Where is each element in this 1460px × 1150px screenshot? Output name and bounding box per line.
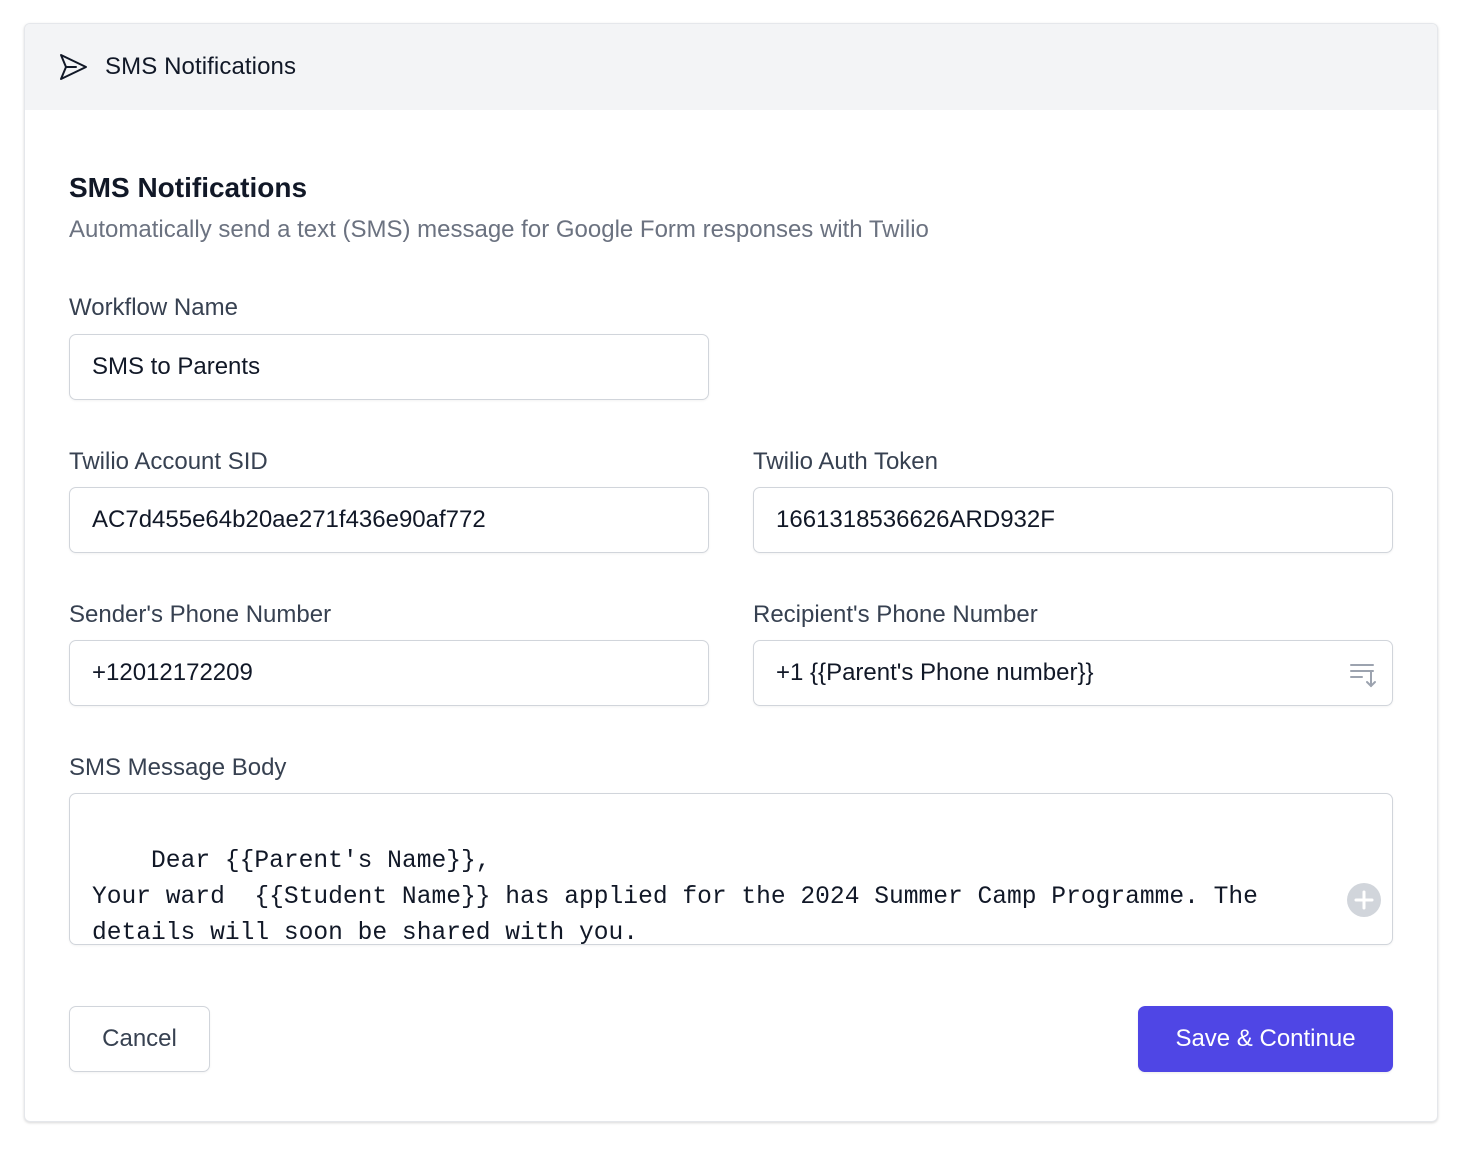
auth-token-input[interactable] (753, 487, 1393, 553)
account-sid-input[interactable] (69, 487, 709, 553)
sender-phone-label: Sender's Phone Number (69, 601, 332, 628)
header-title: SMS Notifications (105, 53, 297, 80)
plus-circle-icon[interactable] (1346, 810, 1382, 917)
message-body-text: Dear {{Parent's Name}}, Your ward {{Stud… (92, 848, 1258, 945)
section-subtitle: Automatically send a text (SMS) message … (69, 216, 929, 243)
workflow-name-input[interactable] (69, 334, 709, 400)
recipient-phone-value: +1 {{Parent's Phone number}} (776, 659, 1094, 686)
card-header: SMS Notifications (25, 24, 1437, 110)
account-sid-label: Twilio Account SID (69, 448, 268, 475)
resize-handle-icon[interactable] (1374, 926, 1390, 942)
message-body-label: SMS Message Body (69, 754, 287, 781)
section-title: SMS Notifications (69, 172, 308, 203)
list-sort-icon[interactable] (1348, 659, 1380, 689)
save-continue-button[interactable]: Save & Continue (1138, 1006, 1393, 1072)
sender-phone-input[interactable] (69, 640, 709, 706)
workflow-name-label: Workflow Name (69, 294, 238, 321)
send-icon (57, 51, 89, 83)
recipient-phone-input[interactable]: +1 {{Parent's Phone number}} (753, 640, 1393, 706)
message-body-textarea[interactable]: Dear {{Parent's Name}}, Your ward {{Stud… (69, 793, 1393, 945)
sms-notifications-card: SMS Notifications SMS Notifications Auto… (24, 23, 1438, 1122)
auth-token-label: Twilio Auth Token (753, 448, 939, 475)
cancel-button[interactable]: Cancel (69, 1006, 210, 1072)
recipient-phone-label: Recipient's Phone Number (753, 601, 1038, 628)
